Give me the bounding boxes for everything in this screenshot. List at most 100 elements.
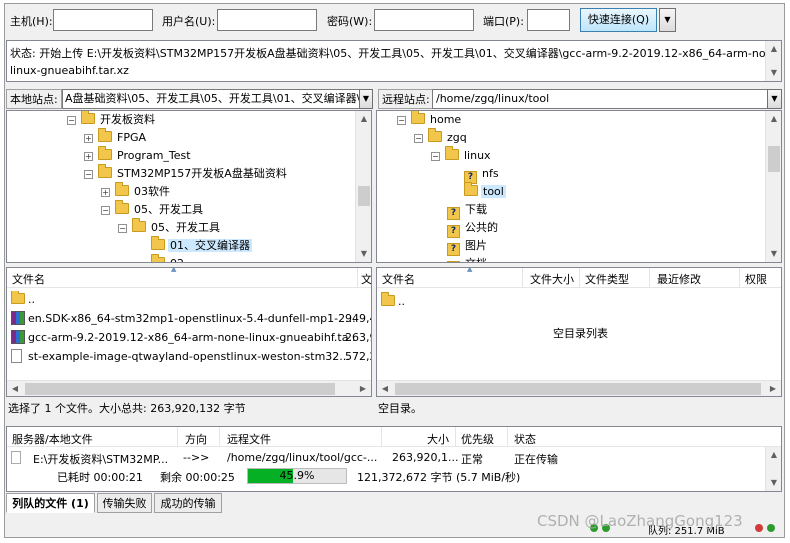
list-item[interactable]: gcc-arm-9.2-2019.12-x86_64-arm-none-linu… [11,329,356,347]
tree-item[interactable]: − linux [431,146,493,165]
column-header-permissions[interactable]: 权限 [745,271,767,287]
tree-item-label: 05、开发工具 [151,221,220,234]
queue-scrollbar[interactable]: ▲ ▼ [765,447,781,491]
list-item[interactable]: .. [381,292,405,311]
tree-item[interactable]: 01、交叉编译器 [135,236,252,255]
collapse-icon[interactable]: − [84,170,93,179]
scroll-down-icon[interactable]: ▼ [766,475,781,491]
folder-icon [151,236,165,250]
queue-size: 263,920,1... [392,451,459,464]
local-tree-scrollbar[interactable]: ▲ ▼ [355,111,371,262]
column-header-direction[interactable]: 方向 [185,431,207,447]
local-file-list[interactable]: 文件名 ▲ 文 ◀ ▶ .. en.SDK-x86_64-stm32mp1-ope… [6,267,372,397]
remote-tree-scrollbar[interactable]: ▲ ▼ [765,111,781,262]
scroll-left-icon[interactable]: ◀ [377,381,393,396]
host-input[interactable] [53,9,153,31]
local-site-label: 本地站点: [6,89,62,109]
local-status-text: 选择了 1 个文件。大小总共: 263,920,132 字节 [8,402,246,415]
remote-site-label: 远程站点: [378,89,434,109]
tree-item[interactable]: ?文档 [431,255,489,262]
column-header-priority[interactable]: 优先级 [461,431,494,447]
scroll-up-icon[interactable]: ▲ [766,447,781,463]
remote-file-list[interactable]: 文件名 ▲ 文件大小 文件类型 最近修改 权限 .. 空目录列表 ◀ ▶ [376,267,782,397]
column-header-type[interactable]: 文件类型 [585,271,629,287]
tab-successful-transfers[interactable]: 成功的传输 [154,493,222,513]
remote-directory-tree[interactable]: ▲ ▼ −home−zgq−linux?nfstool?下载?公共的?图片?文档 [376,110,782,263]
expand-icon[interactable]: + [101,188,110,197]
archive-icon [11,330,25,344]
list-item[interactable]: st-example-image-qtwayland-openstlinux-w… [11,348,356,366]
port-input[interactable] [527,9,570,31]
queue-remote-file[interactable]: /home/zgq/linux/tool/gcc-... [227,451,377,464]
collapse-icon[interactable]: − [414,134,423,143]
password-input[interactable] [374,9,474,31]
progress-bar: 45.9% [247,468,347,484]
column-header-name[interactable]: 文件名 [12,271,45,287]
column-header-size[interactable]: 文 [361,271,371,287]
remote-path-dropdown[interactable]: ▼ [767,89,782,109]
file-size: 572,2 [345,350,371,363]
tree-item[interactable]: + Program_Test [84,146,193,165]
column-header-status[interactable]: 状态 [514,431,536,447]
column-header-remote-file[interactable]: 远程文件 [227,431,271,447]
tree-item[interactable]: − STM32MP157开发板A盘基础资料 [84,164,289,183]
scroll-down-icon[interactable]: ▼ [766,246,781,262]
tree-item[interactable]: − 05、开发工具 [118,218,222,237]
log-line: 状态: 开始上传 E:\开发板资料\STM32MP157开发板A盘基础资料\05… [10,47,782,60]
tree-item[interactable]: +03软件 [101,182,172,201]
scroll-thumb[interactable] [358,186,370,206]
column-header-size[interactable]: 大小 [427,431,449,447]
scroll-up-icon[interactable]: ▲ [766,41,781,57]
list-item[interactable]: .. [11,291,356,309]
tree-item[interactable]: + FPGA [84,128,148,147]
tree-item[interactable]: − zgq [414,128,469,147]
expand-icon[interactable]: + [84,152,93,161]
tree-item[interactable]: − 开发板资料 [67,111,157,129]
tab-failed-transfers[interactable]: 传输失败 [97,493,152,513]
tree-item[interactable]: 02、... [135,254,208,262]
remote-list-hscrollbar[interactable]: ◀ ▶ [377,380,781,396]
tree-item[interactable]: ? 下载 [431,201,489,220]
local-path-input[interactable]: A盘基础资料\05、开发工具\05、开发工具\01、交叉编译器\ [62,89,360,109]
queue-local-file[interactable]: E:\开发板资料\STM32MP... [33,451,168,467]
collapse-icon[interactable]: − [118,224,127,233]
column-header-modified[interactable]: 最近修改 [657,271,701,287]
transfer-queue[interactable]: 服务器/本地文件 方向 远程文件 大小 优先级 状态 E:\开发板资料\STM3… [6,426,782,492]
collapse-icon[interactable]: − [67,116,76,125]
tree-item[interactable]: − 05、开发工具 [101,200,205,219]
tree-item[interactable]: tool [448,182,506,201]
collapse-icon[interactable]: − [431,152,440,161]
collapse-icon[interactable]: − [397,116,406,125]
username-input[interactable] [217,9,317,31]
scroll-up-icon[interactable]: ▲ [766,111,781,127]
tab-queued-files[interactable]: 列队的文件 (1) [6,493,95,513]
column-header-local-file[interactable]: 服务器/本地文件 [12,431,93,447]
list-item[interactable]: en.SDK-x86_64-stm32mp1-openstlinux-5.4-d… [11,310,356,328]
collapse-icon[interactable]: − [101,206,110,215]
expand-icon[interactable]: + [84,134,93,143]
log-scrollbar[interactable]: ▲ ▼ [765,41,781,81]
local-list-hscrollbar[interactable]: ◀ ▶ [7,380,371,396]
tree-item[interactable]: ? nfs [448,165,501,184]
tree-item[interactable]: ? 公共的 [431,219,500,238]
scroll-down-icon[interactable]: ▼ [356,246,371,262]
scroll-right-icon[interactable]: ▶ [355,381,371,396]
column-header-name[interactable]: 文件名 [382,271,415,287]
scroll-thumb[interactable] [395,383,761,395]
local-directory-tree[interactable]: ▲ ▼ − 开发板资料 + FPGA + Program_Test − STM32MP157开… [6,110,372,263]
scroll-right-icon[interactable]: ▶ [765,381,781,396]
scroll-thumb[interactable] [25,383,335,395]
message-log[interactable]: 状态: 开始上传 E:\开发板资料\STM32MP157开发板A盘基础资料\05… [6,40,782,82]
tree-item[interactable]: − home [397,111,463,129]
scroll-thumb[interactable] [768,146,780,172]
scroll-up-icon[interactable]: ▲ [356,111,371,127]
remote-path-input[interactable]: /home/zgq/linux/tool [432,89,768,109]
scroll-left-icon[interactable]: ◀ [7,381,23,396]
folder-icon [464,182,478,196]
local-path-dropdown[interactable]: ▼ [359,89,373,109]
quickconnect-dropdown[interactable]: ▼ [659,8,676,32]
scroll-down-icon[interactable]: ▼ [766,65,781,81]
tree-item[interactable]: ? 图片 [431,237,489,256]
quickconnect-button[interactable]: 快速连接(Q) [580,8,657,32]
column-header-size[interactable]: 文件大小 [530,271,574,287]
